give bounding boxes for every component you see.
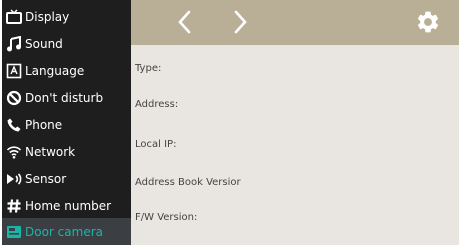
sidebar: Display Sound Language Don't disturb Pho [2, 0, 131, 245]
fw-version-label: F/W Version: [135, 212, 198, 223]
sidebar-item-label: Door camera [25, 224, 103, 239]
hash-icon [6, 198, 22, 214]
language-icon [6, 63, 22, 79]
local-ip-label: Local IP: [135, 139, 177, 150]
sidebar-item-phone[interactable]: Phone [2, 111, 131, 138]
sidebar-item-display[interactable]: Display [2, 3, 131, 30]
sidebar-item-door-camera[interactable]: Door camera [2, 218, 131, 245]
sidebar-item-dont-disturb[interactable]: Don't disturb [2, 84, 131, 111]
sidebar-item-label: Sound [25, 36, 63, 51]
sidebar-item-home-number[interactable]: Home number [2, 192, 131, 219]
settings-button[interactable] [413, 7, 443, 37]
sidebar-item-label: Don't disturb [25, 90, 104, 105]
sidebar-item-sound[interactable]: Sound [2, 30, 131, 57]
address-label: Address: [135, 99, 179, 110]
wifi-icon [6, 144, 22, 160]
do-not-disturb-icon [6, 90, 22, 106]
sidebar-item-language[interactable]: Language [2, 57, 131, 84]
sidebar-item-label: Language [25, 63, 85, 78]
forward-button[interactable] [226, 8, 254, 36]
chevron-left-icon [178, 10, 191, 34]
settings-screen: Display Sound Language Don't disturb Pho [0, 0, 459, 245]
sidebar-item-network[interactable]: Network [2, 138, 131, 165]
sidebar-item-label: Display [25, 9, 70, 24]
music-note-icon [6, 35, 22, 52]
chevron-right-icon [234, 10, 247, 34]
sensor-icon [6, 171, 22, 187]
sidebar-item-label: Network [25, 144, 76, 159]
sidebar-item-label: Phone [25, 117, 63, 132]
type-label: Type: [135, 63, 162, 74]
device-info-panel: Type: Address: Local IP: Address Book Ve… [131, 45, 459, 245]
address-book-version-label: Address Book Versior [135, 177, 241, 188]
tv-icon [6, 8, 22, 25]
sidebar-item-label: Home number [25, 198, 112, 213]
phone-icon [6, 117, 22, 133]
sidebar-item-sensor[interactable]: Sensor [2, 165, 131, 192]
sidebar-item-label: Sensor [25, 171, 67, 186]
back-button[interactable] [171, 8, 199, 36]
gear-icon [417, 11, 439, 33]
door-camera-icon [6, 224, 22, 240]
top-bar [131, 0, 459, 45]
